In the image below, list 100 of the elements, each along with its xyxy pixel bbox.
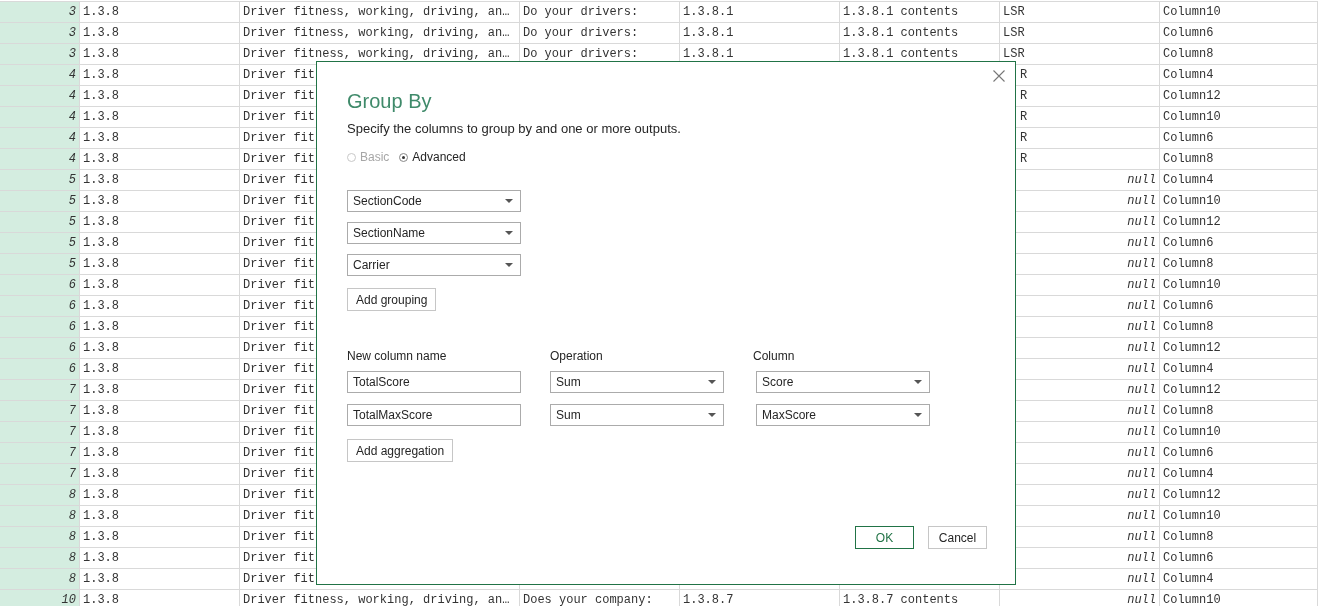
row-number: 5 (0, 191, 80, 211)
row-number: 3 (0, 44, 80, 64)
table-cell: 1.3.8 (83, 572, 119, 586)
table-cell: R (1020, 152, 1028, 166)
table-cell: 1.3.8 (83, 257, 119, 271)
table-cell: R (1020, 68, 1028, 82)
radio-option: Basic (347, 149, 390, 165)
input-field[interactable]: TotalMaxScore (347, 404, 521, 426)
caret-icon (914, 380, 922, 384)
table-cell: null (1127, 383, 1156, 397)
row-number: 3 (0, 23, 80, 43)
table-cell: null (1127, 425, 1156, 439)
table-cell: Driver fit (243, 509, 315, 523)
table-cell: 1.3.8 (83, 236, 119, 250)
row-number: 10 (0, 590, 80, 606)
table-cell: Driver fit (243, 362, 315, 376)
table-cell: Column8 (1163, 404, 1214, 418)
table-cell: null (1127, 593, 1156, 606)
table-cell: Column4 (1163, 572, 1214, 586)
row-number: 8 (0, 569, 80, 589)
table-cell: 1.3.8.7 (683, 593, 734, 606)
table-cell: Driver fit (243, 131, 315, 145)
table-cell: Column10 (1163, 110, 1221, 124)
row-number: 6 (0, 359, 80, 379)
table-cell: Driver fit (243, 467, 315, 481)
table-cell: 1.3.8 (83, 530, 119, 544)
table-cell: 1.3.8 (83, 152, 119, 166)
table-cell: Column8 (1163, 257, 1214, 271)
table-cell: Driver fit (243, 236, 315, 250)
table-cell: 1.3.8 (83, 131, 119, 145)
row-number: 8 (0, 485, 80, 505)
row-number: 6 (0, 296, 80, 316)
dialog-button[interactable]: Cancel (928, 526, 987, 549)
table-cell: Do your drivers: (523, 5, 639, 19)
table-cell: Column12 (1163, 383, 1221, 397)
table-cell: 1.3.8 (83, 299, 119, 313)
table-cell: Driver fit (243, 404, 315, 418)
table-cell: 1.3.8 (83, 383, 119, 397)
table-cell: R (1020, 131, 1028, 145)
table-cell: Driver fit (243, 215, 315, 229)
table-cell: 1.3.8 (83, 488, 119, 502)
add-aggregation-button[interactable]: Add aggregation (347, 439, 454, 462)
table-cell: Column12 (1163, 215, 1221, 229)
dropdown[interactable]: SectionCode (347, 190, 521, 212)
table-cell: Driver fit (243, 320, 315, 334)
row-number: 5 (0, 254, 80, 274)
input-field[interactable]: TotalScore (347, 371, 521, 393)
dialog-title: Group By (347, 89, 433, 114)
dropdown[interactable]: Sum (550, 371, 724, 393)
dialog-button[interactable]: OK (855, 526, 914, 549)
table-cell: Driver fit (243, 446, 315, 460)
table-cell: null (1127, 299, 1156, 313)
table-cell: null (1127, 173, 1156, 187)
table-cell: null (1127, 446, 1156, 460)
table-cell: Column6 (1163, 446, 1214, 460)
row-number: 6 (0, 275, 80, 295)
table-cell: null (1127, 488, 1156, 502)
dropdown[interactable]: Carrier (347, 254, 521, 276)
dropdown[interactable]: SectionName (347, 222, 521, 244)
table-cell: null (1127, 257, 1156, 271)
row-number: 8 (0, 506, 80, 526)
row-number: 4 (0, 107, 80, 127)
row-number: 6 (0, 317, 80, 337)
table-cell: Driver fit (243, 110, 315, 124)
table-cell: LSR (1003, 5, 1025, 19)
radio-option[interactable]: Advanced (399, 149, 466, 165)
table-cell: 1.3.8 (83, 509, 119, 523)
table-cell: 1.3.8 (83, 47, 119, 61)
table-cell: Column10 (1163, 425, 1221, 439)
dropdown[interactable]: Sum (550, 404, 724, 426)
table-cell: Driver fitness, working, driving, an… (243, 47, 510, 61)
table-cell: Column6 (1163, 131, 1214, 145)
row-number: 4 (0, 86, 80, 106)
table-cell: 1.3.8 (83, 215, 119, 229)
table-cell: Column12 (1163, 341, 1221, 355)
column-header: New column name (347, 349, 448, 363)
table-cell: null (1127, 404, 1156, 418)
table-cell: 1.3.8.7 contents (843, 593, 959, 606)
add-grouping-button[interactable]: Add grouping (347, 288, 437, 311)
table-cell: 1.3.8.1 contents (843, 5, 959, 19)
caret-icon (505, 231, 513, 235)
table-cell: Driver fit (243, 572, 315, 586)
table-cell: 1.3.8.1 contents (843, 47, 959, 61)
dropdown[interactable]: Score (756, 371, 930, 393)
table-cell: 1.3.8 (83, 362, 119, 376)
caret-icon (708, 413, 716, 417)
table-cell: Column4 (1163, 173, 1214, 187)
table-cell: null (1127, 362, 1156, 376)
close-icon[interactable] (993, 70, 1005, 82)
row-number: 4 (0, 128, 80, 148)
table-cell: Column6 (1163, 299, 1214, 313)
table-cell: Driver fit (243, 299, 315, 313)
table-cell: Driver fit (243, 425, 315, 439)
table-cell: 1.3.8 (83, 320, 119, 334)
table-cell: Column10 (1163, 5, 1221, 19)
row-number: 7 (0, 464, 80, 484)
dropdown[interactable]: MaxScore (756, 404, 930, 426)
caret-icon (505, 263, 513, 267)
table-cell: null (1127, 215, 1156, 229)
row-number: 4 (0, 149, 80, 169)
